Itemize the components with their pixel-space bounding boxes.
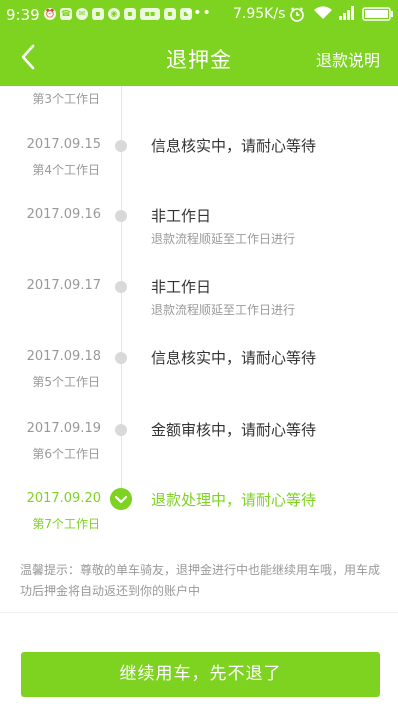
step-date: 2017.09.20 <box>26 491 101 506</box>
step-status: 金额审核中，请耐心等待 <box>151 421 317 439</box>
refund-explanation-link[interactable]: 退款说明 <box>316 47 380 71</box>
step-status: 信息核实中，请耐心等待 <box>151 137 317 155</box>
wifi-icon <box>314 6 332 19</box>
step-dot <box>115 140 127 152</box>
alarm-icon: ⏰ <box>44 8 56 20</box>
network-speed: 7.95K/s <box>233 6 286 22</box>
status-bar: 9:39 ⏰ ☎ ✉ ▪ ◉ ▪ ▪▪ ▪ ▪ ••• 7.95K/s <box>0 0 398 30</box>
battery-icon <box>362 7 393 21</box>
step-workday: 第4个工作日 <box>32 163 100 177</box>
step-workday: 第6个工作日 <box>32 447 100 461</box>
step-dot <box>115 281 127 293</box>
step-date: 2017.09.19 <box>26 421 101 436</box>
app-icon: ▪ <box>164 8 176 20</box>
step-dot <box>115 424 127 436</box>
current-step-chevron-icon <box>110 488 132 510</box>
status-time: 9:39 <box>6 6 40 24</box>
step-subtext: 退款流程顺延至工作日进行 <box>151 303 296 317</box>
continue-riding-button[interactable]: 继续用车，先不退了 <box>21 652 380 697</box>
step-subtext: 退款流程顺延至工作日进行 <box>151 232 296 246</box>
step-workday: 第7个工作日 <box>32 517 100 531</box>
step-status: 信息核实中，请耐心等待 <box>151 349 317 367</box>
app-icon: ▪ <box>124 8 136 20</box>
clock-icon <box>290 7 304 22</box>
app-icon: ▪ <box>92 8 104 20</box>
step-dot <box>115 352 127 364</box>
step-status: 非工作日 <box>151 207 212 225</box>
step-status: 退款处理中，请耐心等待 <box>151 491 317 509</box>
step-date: 2017.09.15 <box>26 137 101 152</box>
message-icon: ✉ <box>76 8 88 20</box>
step-dot <box>115 210 127 222</box>
phone-icon: ☎ <box>60 8 72 20</box>
more-dots: ••• <box>184 5 212 21</box>
signal-icon <box>339 6 354 20</box>
warm-tip: 温馨提示：尊敬的单车骑友，退押金进行中也能继续用车哦，用车成功后押金将自动返还到… <box>20 563 381 598</box>
step-status: 非工作日 <box>151 278 212 296</box>
app-icon: ▪▪ <box>140 8 160 20</box>
app-header: 9:39 ⏰ ☎ ✉ ▪ ◉ ▪ ▪▪ ▪ ▪ ••• 7.95K/s 退押金 … <box>0 0 398 86</box>
step-date: 2017.09.17 <box>26 278 101 293</box>
step-workday: 第5个工作日 <box>32 375 100 389</box>
partial-workday-label: 第3个工作日 <box>32 92 100 106</box>
notification-icons: ⏰ ☎ ✉ ▪ ◉ ▪ ▪▪ ▪ ▪ <box>44 8 192 22</box>
step-date: 2017.09.18 <box>26 349 101 364</box>
app-icon: ◉ <box>108 8 120 20</box>
step-date: 2017.09.16 <box>26 207 101 222</box>
divider <box>0 612 398 613</box>
